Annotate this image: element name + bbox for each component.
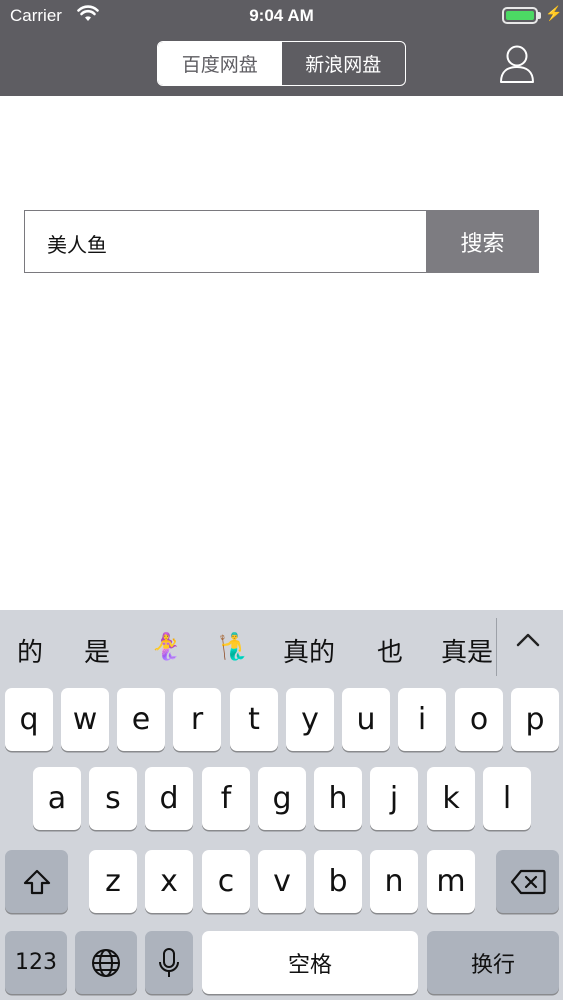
dictation-key[interactable] <box>145 931 193 994</box>
key-s[interactable]: s <box>89 767 137 830</box>
key-m[interactable]: m <box>427 850 475 913</box>
key-p[interactable]: p <box>511 688 559 751</box>
search-input-value: 美人鱼 <box>47 233 107 257</box>
key-a[interactable]: a <box>33 767 81 830</box>
key-o[interactable]: o <box>455 688 503 751</box>
tab-sina-pan[interactable]: 新浪网盘 <box>282 42 406 85</box>
key-i[interactable]: i <box>398 688 446 751</box>
key-l[interactable]: l <box>483 767 531 830</box>
globe-icon <box>92 948 120 977</box>
key-y[interactable]: y <box>286 688 334 751</box>
keyboard: 的 是 🧜‍♀️ 🧜‍♂️ 真的 也 真是 q w e r t y u i o … <box>0 610 563 1000</box>
clock: 9:04 AM <box>249 6 314 25</box>
search-input[interactable]: 美人鱼 <box>24 210 427 273</box>
shift-icon <box>23 869 50 894</box>
backspace-icon <box>510 869 546 894</box>
numbers-key[interactable]: 123 <box>5 931 67 994</box>
charging-icon: ⚡ <box>545 5 563 21</box>
battery-tip <box>538 12 541 19</box>
key-q[interactable]: q <box>5 688 53 751</box>
candidate-divider <box>496 618 497 676</box>
key-k[interactable]: k <box>427 767 475 830</box>
battery-icon <box>502 7 538 24</box>
candidate-bar: 的 是 🧜‍♀️ 🧜‍♂️ 真的 也 真是 <box>0 610 563 684</box>
key-n[interactable]: n <box>370 850 418 913</box>
candidate-item[interactable]: 也 <box>377 632 403 669</box>
key-z[interactable]: z <box>89 850 137 913</box>
key-d[interactable]: d <box>145 767 193 830</box>
key-e[interactable]: e <box>117 688 165 751</box>
candidate-emoji-merman[interactable]: 🧜‍♂️ <box>218 632 250 662</box>
candidate-item[interactable]: 的 <box>17 632 43 669</box>
globe-key[interactable] <box>75 931 137 994</box>
key-x[interactable]: x <box>145 850 193 913</box>
nav-header: Carrier 9:04 AM ⚡ 百度网盘 新浪网盘 <box>0 0 563 96</box>
key-f[interactable]: f <box>202 767 250 830</box>
key-c[interactable]: c <box>202 850 250 913</box>
key-b[interactable]: b <box>314 850 362 913</box>
key-w[interactable]: w <box>61 688 109 751</box>
chevron-up-icon[interactable] <box>513 628 543 652</box>
microphone-icon <box>159 947 179 977</box>
return-key[interactable]: 换行 <box>427 931 559 994</box>
status-bar: Carrier 9:04 AM ⚡ <box>0 0 563 32</box>
key-t[interactable]: t <box>230 688 278 751</box>
delete-key[interactable] <box>496 850 559 913</box>
user-icon[interactable] <box>498 44 536 84</box>
storage-segmented-control: 百度网盘 新浪网盘 <box>157 41 406 86</box>
search-button[interactable]: 搜索 <box>426 210 539 273</box>
key-u[interactable]: u <box>342 688 390 751</box>
key-g[interactable]: g <box>258 767 306 830</box>
space-key[interactable]: 空格 <box>202 931 418 994</box>
key-v[interactable]: v <box>258 850 306 913</box>
shift-key[interactable] <box>5 850 68 913</box>
candidate-item[interactable]: 是 <box>84 632 110 669</box>
key-h[interactable]: h <box>314 767 362 830</box>
key-r[interactable]: r <box>173 688 221 751</box>
tab-baidu-pan[interactable]: 百度网盘 <box>158 42 282 85</box>
candidate-emoji-mermaid[interactable]: 🧜‍♀️ <box>150 632 182 662</box>
candidate-item[interactable]: 真是 <box>441 632 493 669</box>
key-j[interactable]: j <box>370 767 418 830</box>
candidate-item[interactable]: 真的 <box>283 632 335 669</box>
